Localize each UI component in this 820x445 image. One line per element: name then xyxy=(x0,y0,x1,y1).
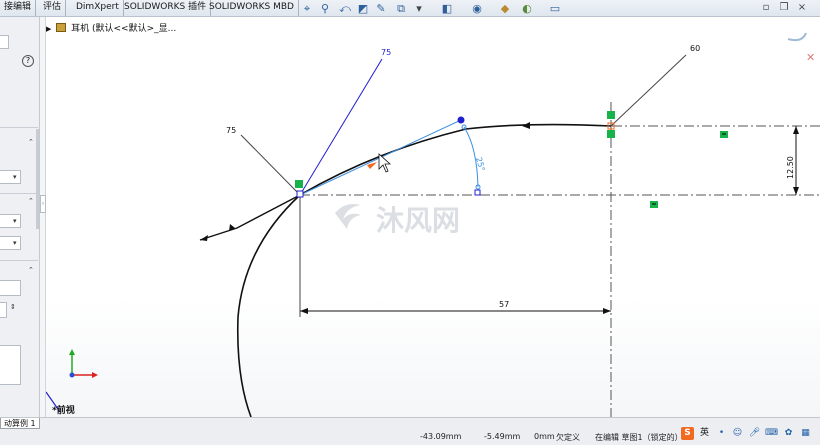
hide-show-icon[interactable]: ◉ xyxy=(470,2,484,15)
definition-status: 欠定义 xyxy=(556,433,580,442)
mouse-cursor-icon xyxy=(378,153,392,173)
ime-language[interactable]: 英 xyxy=(698,427,711,440)
sketch-point[interactable] xyxy=(474,189,481,196)
spline-handle-end[interactable] xyxy=(457,116,465,124)
skin-icon[interactable]: ✿ xyxy=(782,427,795,440)
panel-scrollbar[interactable] xyxy=(36,129,39,229)
confirmation-corner[interactable]: ✕ xyxy=(787,32,815,64)
coord-x: -43.09mm xyxy=(420,432,462,441)
dynamic-annotation-icon[interactable]: ✎ xyxy=(374,2,388,15)
angle-arc xyxy=(463,126,479,188)
previous-view-icon[interactable]: ⤺ xyxy=(338,2,352,15)
arrow-marker xyxy=(522,122,530,129)
dropdown-field[interactable] xyxy=(0,214,21,228)
dimension-12-50: 12.50 xyxy=(786,156,795,179)
tab-evaluate[interactable]: 评估 xyxy=(39,0,67,16)
tab-dimxpert[interactable]: DimXpert xyxy=(72,0,124,16)
angle-dimension: 25° xyxy=(474,156,486,172)
chevron-down-icon: ▾ xyxy=(13,173,17,181)
help-icon[interactable]: ? xyxy=(22,55,34,67)
restore-window-icon[interactable]: ▫ xyxy=(760,2,772,14)
command-manager-tabs: 接编辑 评估 DimXpert SOLIDWORKS 插件 SOLIDWORKS… xyxy=(0,0,820,17)
vertical-relation-icon[interactable] xyxy=(607,130,615,138)
view-settings-icon[interactable]: ▭ xyxy=(548,2,562,15)
dimension-leader-60[interactable] xyxy=(610,54,687,127)
exit-sketch-icon[interactable]: ✕ xyxy=(806,51,815,64)
edit-status: 在编辑 草图1（锁定的） xyxy=(595,433,679,442)
microphone-icon[interactable]: 🎤︎ xyxy=(748,427,761,440)
sketch-arc[interactable] xyxy=(236,194,301,417)
value-field[interactable] xyxy=(0,280,21,296)
view-label: *前视 xyxy=(52,404,75,416)
status-bar: 动算例 1 -43.09mm -5.49mm 0mm 欠定义 在编辑 草图1（锁… xyxy=(0,417,820,445)
watermark-text: 沐风网 xyxy=(376,204,460,237)
spin-button-icon[interactable]: ⇕ xyxy=(10,303,16,311)
graphics-area[interactable]: ▶ 耳机 (默认<<默认>_显... 沐风网 25° 75 75 60 57 1… xyxy=(46,17,820,417)
tangent-line[interactable] xyxy=(199,194,301,241)
coincident-relation-icon[interactable] xyxy=(607,111,615,119)
dimension-75: 75 xyxy=(226,126,236,135)
dimension-57: 57 xyxy=(499,300,509,309)
coord-y: -5.49mm xyxy=(484,432,521,441)
panel-tab[interactable] xyxy=(0,35,9,49)
property-manager-panel: ? ⌃ ▾ ⌃ ▾ ▾ ⌃ ⇕ xyxy=(0,17,40,417)
value-field[interactable] xyxy=(0,302,7,318)
ime-punctuation-icon[interactable]: • xyxy=(715,427,728,440)
display-style-icon[interactable]: ◧ xyxy=(440,2,454,15)
sketch-canvas[interactable]: 沐风网 25° 75 75 60 57 12.50 *前视 ✕ xyxy=(46,17,820,417)
chevron-down-icon: ▾ xyxy=(13,217,17,225)
dropdown-field[interactable] xyxy=(0,170,21,184)
tile-window-icon[interactable]: ❐ xyxy=(778,2,790,14)
collapse-icon[interactable]: ⌃ xyxy=(28,266,34,274)
collapse-icon[interactable]: ⌃ xyxy=(28,138,34,146)
tab-study[interactable]: 动算例 1 xyxy=(0,418,40,429)
emoji-icon[interactable]: ☺ xyxy=(731,427,744,440)
tab-solidworks-addins[interactable]: SOLIDWORKS 插件 xyxy=(120,0,212,16)
dimension-leader-75[interactable] xyxy=(240,134,301,196)
arrow-marker xyxy=(793,187,799,195)
tangent-relation-icon[interactable] xyxy=(295,180,303,188)
arrow-marker xyxy=(300,308,308,314)
chevron-down-icon: ▾ xyxy=(13,239,17,247)
scene-icon[interactable]: ◐ xyxy=(520,2,534,15)
view-triad xyxy=(69,349,98,378)
arrow-marker xyxy=(200,235,208,241)
watermark: 沐风网 xyxy=(335,204,460,237)
dimension-75-blue: 75 xyxy=(381,48,391,57)
collapse-icon[interactable]: ⌃ xyxy=(28,197,34,205)
dropdown-field[interactable] xyxy=(0,236,21,250)
settings-grid-icon[interactable]: ▦ xyxy=(799,427,812,440)
view-orientation-dropdown-icon[interactable]: ▾ xyxy=(412,2,426,15)
zoom-area-icon[interactable]: ⚲ xyxy=(318,2,332,15)
arrow-marker xyxy=(603,308,611,314)
view-orientation-icon[interactable]: ⧉ xyxy=(394,2,408,15)
keyboard-icon[interactable]: ⌨ xyxy=(765,427,778,440)
dimension-leader-75-blue[interactable] xyxy=(299,58,383,196)
edit-appearance-icon[interactable]: ◆ xyxy=(498,2,512,15)
arrow-marker xyxy=(793,126,799,134)
close-window-icon[interactable]: × xyxy=(796,2,808,14)
list-box[interactable] xyxy=(0,345,21,385)
tab-solidworks-mbd[interactable]: SOLIDWORKS MBD xyxy=(205,0,299,16)
sketch-spline[interactable] xyxy=(299,123,612,196)
tab-sketch-edit[interactable]: 接编辑 xyxy=(0,0,37,16)
zoom-fit-icon[interactable]: ⌖ xyxy=(300,2,314,15)
sketch-point[interactable] xyxy=(296,190,304,198)
dimension-60: 60 xyxy=(690,44,700,53)
ime-logo-icon[interactable]: S xyxy=(681,427,694,440)
section-view-icon[interactable]: ◩ xyxy=(356,2,370,15)
coord-z: 0mm xyxy=(534,432,555,441)
